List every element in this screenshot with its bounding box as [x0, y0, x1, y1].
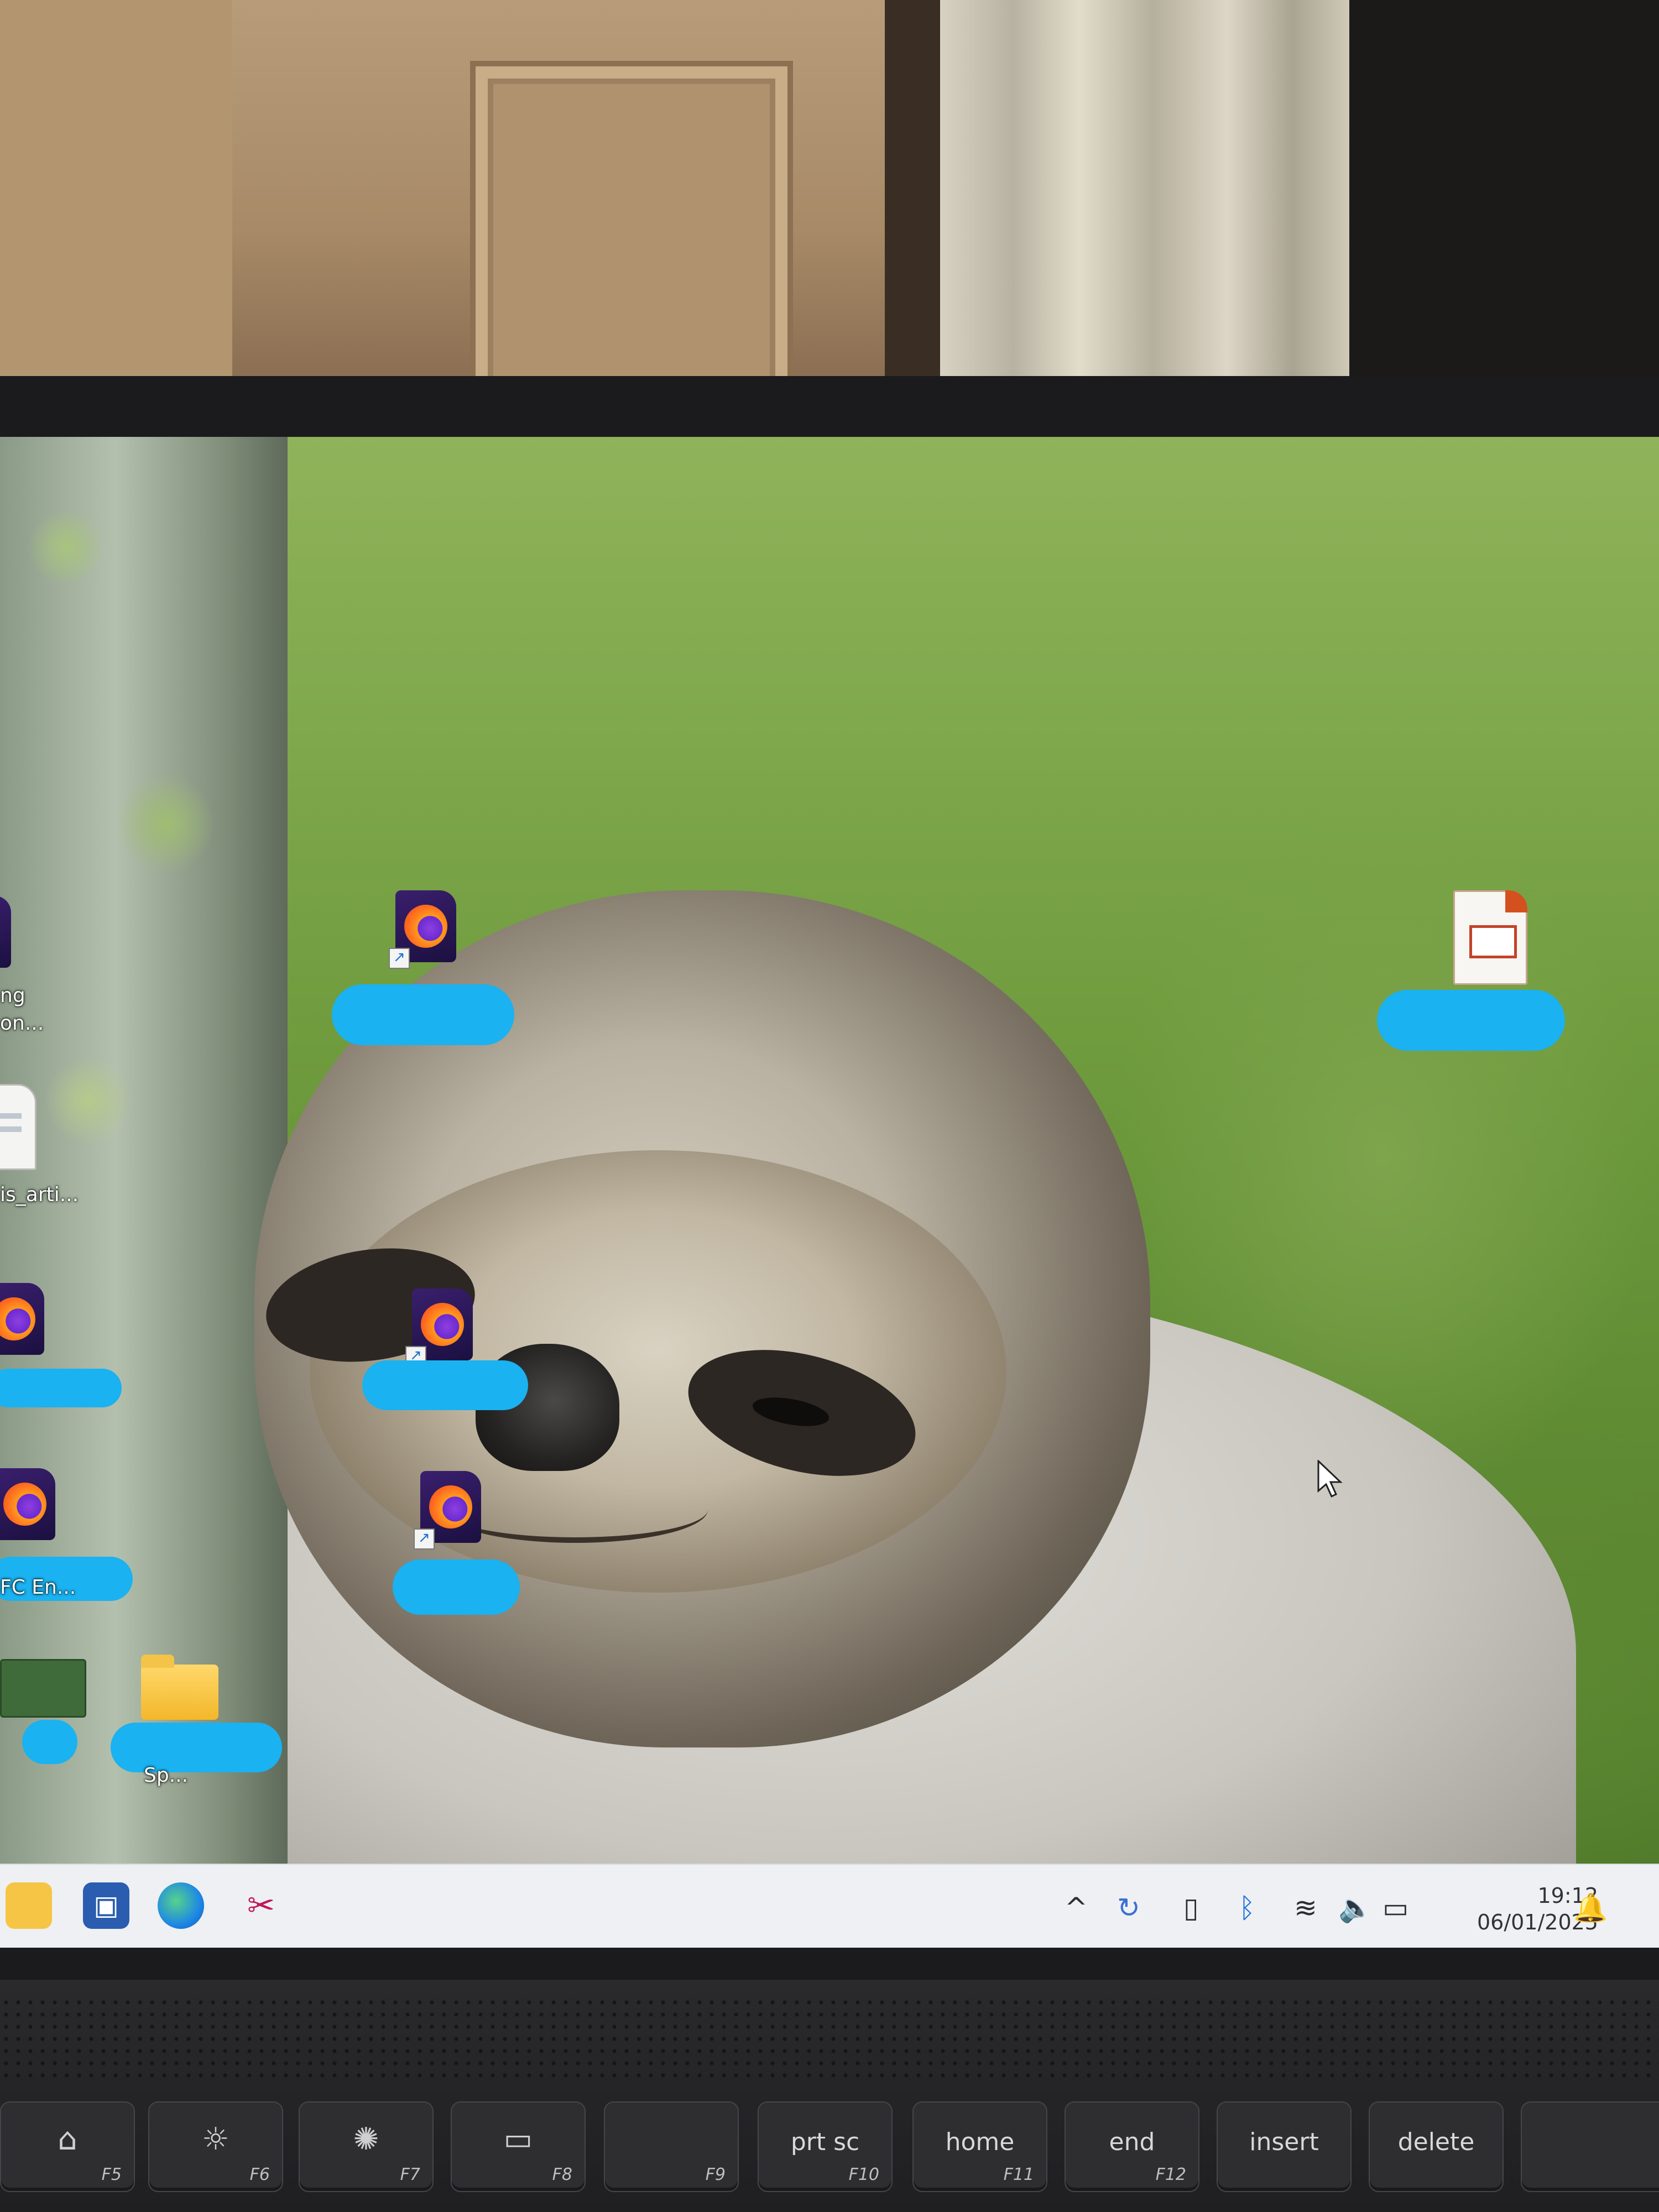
snipping-tool-icon[interactable]: ✂ — [238, 1882, 284, 1929]
shortcut-arrow-icon: ↗ — [414, 1528, 435, 1550]
desktop-icon-label: on... — [0, 1012, 44, 1035]
firefox-logo-icon — [429, 1485, 472, 1528]
key-label: delete — [1397, 2128, 1475, 2156]
show-hidden-icons-chevron[interactable]: ^ — [1065, 1891, 1088, 1924]
key-f9[interactable]: F9 — [604, 2101, 739, 2192]
key-partial[interactable] — [1521, 2101, 1659, 2192]
key-sublabel: F5 — [101, 2165, 122, 2184]
key-glyph: ▭ — [503, 2121, 533, 2157]
desktop-screen[interactable]: ng on... is_arti... FC En... Sp... ↗ ↗ ↗ — [0, 437, 1659, 1869]
arrow-cursor — [1317, 1460, 1343, 1498]
presentation-icon — [1469, 925, 1517, 958]
key-glyph: ✺ — [353, 2121, 379, 2157]
door-frame — [0, 0, 232, 382]
sync-icon[interactable]: ↻ — [1117, 1891, 1140, 1924]
desktop-icon-label: Sp... — [144, 1764, 189, 1787]
speaker-grille — [0, 1996, 1659, 2079]
desktop-icon-label: ng — [0, 984, 25, 1007]
key-label: end — [1109, 2128, 1155, 2156]
key-label: prt sc — [790, 2128, 860, 2156]
key-prt-sc[interactable]: prt sc F10 — [758, 2101, 893, 2192]
firefox-logo-icon — [404, 905, 447, 948]
redaction-mark — [393, 1559, 520, 1615]
redaction-mark — [332, 984, 514, 1045]
key-end[interactable]: end F12 — [1065, 2101, 1199, 2192]
desktop-icon-label: is_arti... — [0, 1183, 79, 1206]
redaction-mark — [22, 1720, 77, 1764]
file-explorer-icon[interactable] — [6, 1882, 52, 1929]
key-sublabel: F7 — [400, 2165, 420, 2184]
firefox-shortcut-icon[interactable] — [0, 1283, 44, 1355]
key-f6[interactable]: ☼ F6 — [148, 2101, 283, 2192]
desktop-icon-label: FC En... — [0, 1576, 76, 1599]
firefox-shortcut-icon[interactable] — [0, 1468, 55, 1540]
redaction-mark — [111, 1723, 282, 1772]
document-icon[interactable] — [0, 1084, 36, 1170]
door-gap — [885, 0, 940, 382]
key-sublabel: F10 — [848, 2165, 879, 2184]
dark-corner — [1349, 0, 1659, 382]
door-panel — [476, 66, 787, 382]
usb-drive-icon[interactable]: ▯ — [1183, 1891, 1199, 1924]
key-insert[interactable]: insert — [1217, 2101, 1352, 2192]
firefox-shortcut-icon[interactable]: ↗ — [389, 890, 456, 969]
redaction-mark — [362, 1360, 528, 1410]
room-background — [0, 0, 1659, 382]
taskbar: ▣ ✂ ^ ↻ ▯ ᛒ ≋ 🔈 ▭ 19:12 06/01/2025 🔔 — [0, 1864, 1659, 1948]
impress-fold — [1505, 890, 1527, 912]
curtain — [940, 0, 1349, 382]
key-f5[interactable]: ⌂ F5 — [0, 2101, 135, 2192]
volume-icon[interactable]: 🔈 — [1338, 1891, 1373, 1924]
shortcut-arrow-icon: ↗ — [389, 948, 410, 969]
key-glyph: ☼ — [201, 2121, 230, 2157]
key-f8[interactable]: ▭ F8 — [451, 2101, 586, 2192]
app-icon[interactable]: ▣ — [83, 1882, 129, 1929]
wifi-icon[interactable]: ≋ — [1294, 1891, 1317, 1924]
firefox-shortcut-icon[interactable]: ↗ — [405, 1288, 473, 1367]
key-sublabel: F11 — [1003, 2165, 1034, 2184]
key-label: home — [945, 2128, 1015, 2156]
key-glyph: ⌂ — [58, 2121, 77, 2157]
doc-line — [0, 1113, 22, 1119]
impress-presentation-icon[interactable] — [1453, 890, 1527, 985]
firefox-logo-icon — [0, 1297, 35, 1340]
doc-line — [0, 1126, 22, 1132]
firefox-logo-icon — [3, 1483, 46, 1526]
key-sublabel: F12 — [1155, 2165, 1186, 2184]
firefox-shortcut-icon — [0, 896, 11, 968]
notification-bell-icon[interactable]: 🔔 — [1573, 1891, 1608, 1924]
folder-tab — [141, 1655, 174, 1668]
firefox-logo-icon — [421, 1303, 464, 1346]
key-home[interactable]: home F11 — [912, 2101, 1047, 2192]
redaction-mark — [1377, 990, 1565, 1051]
key-sublabel: F9 — [705, 2165, 726, 2184]
desktop-icon-partial-1[interactable] — [0, 896, 11, 968]
firefox-shortcut-icon[interactable]: ↗ — [414, 1471, 481, 1550]
key-f7[interactable]: ✺ F7 — [299, 2101, 434, 2192]
key-label: insert — [1249, 2128, 1319, 2156]
key-sublabel: F8 — [552, 2165, 572, 2184]
edge-icon[interactable] — [158, 1882, 204, 1929]
wallpaper-mouth — [442, 1477, 708, 1543]
battery-icon[interactable]: ▭ — [1383, 1891, 1408, 1924]
key-delete[interactable]: delete — [1369, 2101, 1504, 2192]
bluetooth-icon[interactable]: ᛒ — [1239, 1891, 1255, 1924]
folder-icon[interactable] — [141, 1655, 218, 1720]
redaction-mark — [0, 1369, 122, 1407]
board-image-icon[interactable] — [0, 1659, 86, 1718]
key-sublabel: F6 — [249, 2165, 270, 2184]
